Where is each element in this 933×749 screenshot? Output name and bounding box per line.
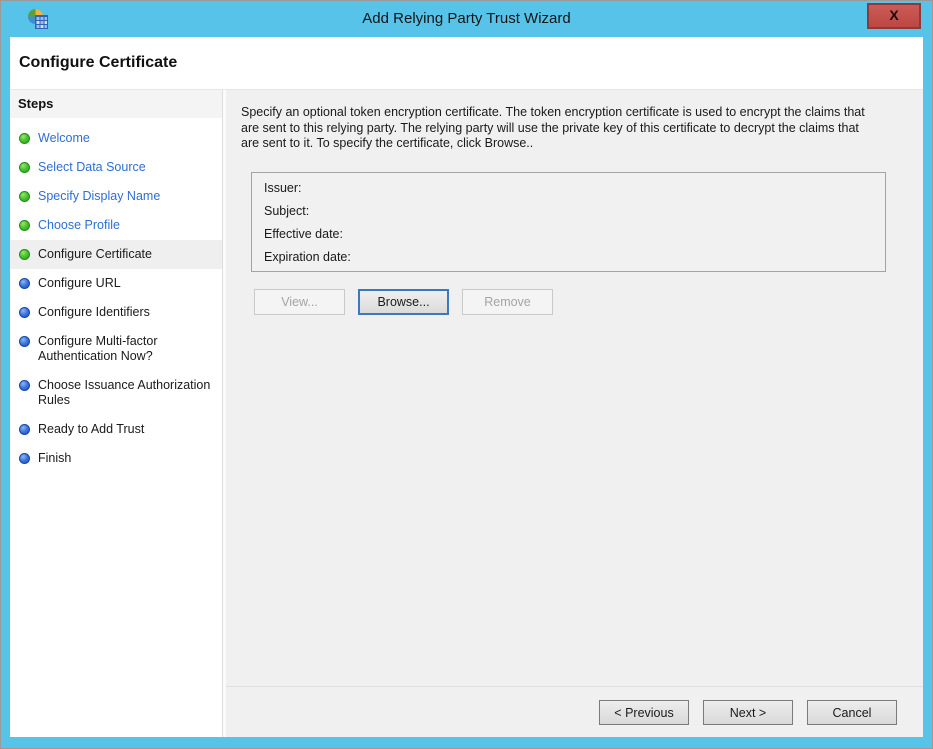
step-upcoming-icon [19, 336, 30, 347]
page-description: Specify an optional token encryption cer… [241, 105, 873, 152]
certificate-details-box: Issuer: Subject: Effective date: Expirat… [251, 172, 886, 272]
sidebar-item-ready-to-add-trust: Ready to Add Trust [10, 415, 222, 444]
sidebar-item-choose-issuance-rules: Choose Issuance Authorization Rules [10, 371, 222, 415]
steps-heading: Steps [10, 90, 222, 118]
remove-button[interactable]: Remove [462, 289, 553, 315]
certificate-issuer-label: Issuer: [264, 177, 873, 200]
step-upcoming-icon [19, 278, 30, 289]
wizard-window: Add Relying Party Trust Wizard X Configu… [0, 0, 933, 749]
sidebar-item-configure-mfa: Configure Multi-factor Authentication No… [10, 327, 222, 371]
step-upcoming-icon [19, 424, 30, 435]
main-pane: Specify an optional token encryption cer… [223, 90, 923, 737]
cancel-button[interactable]: Cancel [807, 700, 897, 725]
page-header: Configure Certificate [10, 37, 923, 89]
step-completed-icon [19, 249, 30, 260]
sidebar-item-finish: Finish [10, 444, 222, 473]
sidebar-item-specify-display-name[interactable]: Specify Display Name [10, 182, 222, 211]
close-button[interactable]: X [867, 3, 921, 29]
step-completed-icon [19, 162, 30, 173]
step-upcoming-icon [19, 380, 30, 391]
wizard-footer: < Previous Next > Cancel [226, 686, 923, 737]
title-bar[interactable]: Add Relying Party Trust Wizard X [1, 1, 932, 37]
view-button[interactable]: View... [254, 289, 345, 315]
main-content: Specify an optional token encryption cer… [226, 90, 923, 686]
wizard-body: Steps Welcome Select Data Source Specify… [10, 89, 923, 737]
close-icon: X [889, 7, 898, 23]
wizard-content: Configure Certificate Steps Welcome Sele… [10, 37, 923, 737]
certificate-effective-date-label: Effective date: [264, 223, 873, 246]
sidebar-item-configure-identifiers: Configure Identifiers [10, 298, 222, 327]
sidebar-item-welcome[interactable]: Welcome [10, 124, 222, 153]
next-button[interactable]: Next > [703, 700, 793, 725]
step-completed-icon [19, 220, 30, 231]
steps-list: Welcome Select Data Source Specify Displ… [10, 118, 222, 473]
sidebar-item-select-data-source[interactable]: Select Data Source [10, 153, 222, 182]
steps-sidebar: Steps Welcome Select Data Source Specify… [10, 90, 223, 737]
window-title: Add Relying Party Trust Wizard [1, 10, 932, 27]
certificate-subject-label: Subject: [264, 200, 873, 223]
step-upcoming-icon [19, 453, 30, 464]
step-completed-icon [19, 133, 30, 144]
sidebar-item-configure-url: Configure URL [10, 269, 222, 298]
certificate-actions: View... Browse... Remove [254, 289, 903, 315]
certificate-expiration-date-label: Expiration date: [264, 246, 873, 269]
step-completed-icon [19, 191, 30, 202]
browse-button[interactable]: Browse... [358, 289, 449, 315]
sidebar-item-choose-profile[interactable]: Choose Profile [10, 211, 222, 240]
sidebar-item-configure-certificate[interactable]: Configure Certificate [10, 240, 222, 269]
page-title: Configure Certificate [19, 54, 177, 72]
previous-button[interactable]: < Previous [599, 700, 689, 725]
step-upcoming-icon [19, 307, 30, 318]
